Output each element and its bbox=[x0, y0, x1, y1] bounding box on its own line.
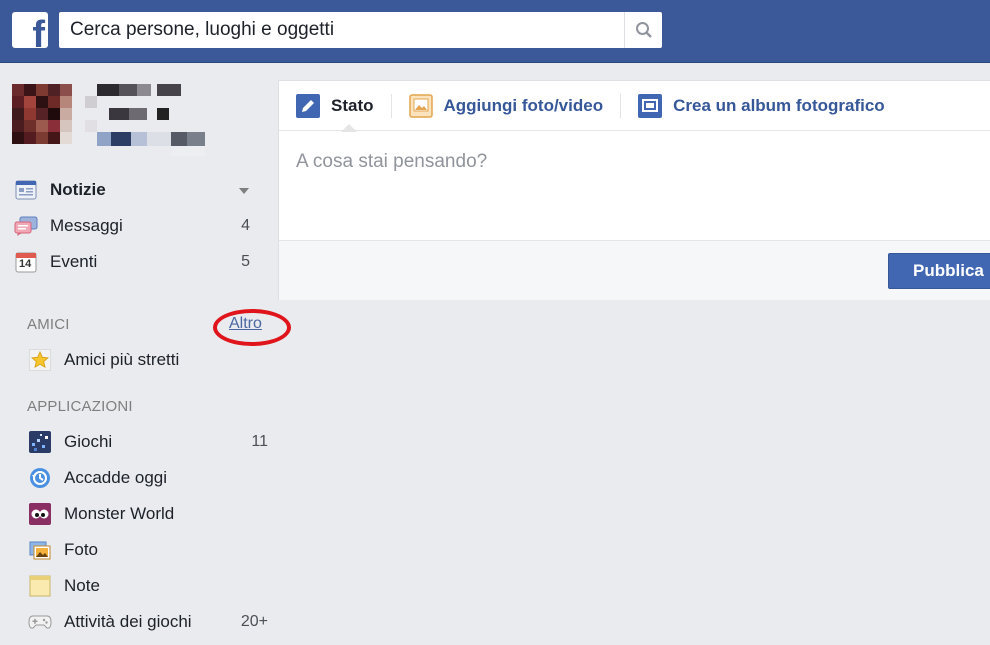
nav-label: Attività dei giochi bbox=[64, 612, 192, 631]
nav-label: Amici più stretti bbox=[64, 350, 180, 369]
photo-icon bbox=[408, 93, 433, 118]
facebook-logo-icon[interactable]: f bbox=[12, 12, 48, 48]
photos-icon bbox=[28, 538, 52, 562]
star-icon bbox=[28, 348, 52, 372]
nav-count: 4 bbox=[241, 217, 250, 234]
friends-section-title: AMICI bbox=[27, 316, 70, 333]
nav-item-notizie[interactable]: Notizie bbox=[14, 172, 262, 208]
friends-list: Amici più stretti bbox=[28, 342, 268, 378]
nav-label: Giochi bbox=[64, 432, 113, 451]
app-item-foto[interactable]: Foto bbox=[28, 532, 268, 568]
tab-stato[interactable]: Stato bbox=[296, 81, 374, 132]
pencil-icon bbox=[296, 93, 320, 118]
nav-label: Notizie bbox=[50, 180, 106, 199]
notes-icon bbox=[28, 574, 52, 598]
composer-input[interactable]: A cosa stai pensando? bbox=[296, 151, 487, 173]
nav-count: 11 bbox=[251, 433, 268, 450]
nav-label: Note bbox=[64, 576, 100, 595]
tab-add-photo[interactable]: Aggiungi foto/video bbox=[408, 81, 604, 131]
tab-label: Crea un album fotografico bbox=[673, 95, 885, 115]
app-item-giochi[interactable]: Giochi 11 bbox=[28, 424, 268, 460]
composer-footer: Pubblica bbox=[279, 240, 990, 300]
games-icon bbox=[28, 430, 52, 454]
list-item-close-friends[interactable]: Amici più stretti bbox=[28, 342, 268, 378]
nav-count: 5 bbox=[241, 253, 250, 270]
apps-list: Giochi 11 Accadde oggi Monster World Fot… bbox=[28, 424, 268, 640]
album-icon bbox=[638, 93, 663, 118]
search-icon bbox=[635, 22, 652, 38]
search-button[interactable] bbox=[624, 12, 662, 48]
nav-label: Foto bbox=[64, 540, 99, 559]
apps-section-title: APPLICAZIONI bbox=[27, 398, 133, 415]
avatar[interactable] bbox=[12, 84, 72, 144]
tab-divider bbox=[390, 93, 392, 118]
publish-button[interactable]: Pubblica bbox=[888, 253, 990, 289]
messages-icon bbox=[14, 214, 38, 238]
nav-label: Eventi bbox=[50, 252, 98, 271]
monster-world-icon bbox=[28, 502, 52, 526]
tab-label: Aggiungi foto/video bbox=[443, 95, 604, 115]
tab-create-album[interactable]: Crea un album fotografico bbox=[638, 81, 885, 131]
search-box[interactable] bbox=[59, 12, 662, 48]
news-feed-icon bbox=[14, 178, 38, 202]
nav-count: 20+ bbox=[240, 613, 268, 630]
nav-label: Monster World bbox=[64, 504, 175, 523]
app-item-monster-world[interactable]: Monster World bbox=[28, 496, 268, 532]
top-bar: f bbox=[0, 0, 990, 63]
chevron-down-icon[interactable] bbox=[238, 180, 250, 200]
tab-divider bbox=[620, 93, 622, 118]
status-composer: Stato Aggiungi foto/video Crea un album … bbox=[278, 80, 990, 300]
composer-tabs: Stato Aggiungi foto/video Crea un album … bbox=[279, 81, 990, 132]
highlight-ring bbox=[213, 309, 291, 346]
events-icon-date: 14 bbox=[19, 258, 32, 270]
gamepad-icon bbox=[28, 610, 52, 634]
nav-item-messaggi[interactable]: Messaggi 4 bbox=[14, 208, 262, 244]
tab-label: Stato bbox=[331, 95, 374, 115]
profile-name[interactable] bbox=[85, 82, 215, 158]
nav-item-eventi[interactable]: 14 Eventi 5 bbox=[14, 244, 262, 280]
events-icon: 14 bbox=[14, 250, 38, 274]
main-nav: Notizie Messaggi 4 14 Eventi 5 bbox=[14, 172, 262, 280]
nav-label: Messaggi bbox=[50, 216, 123, 235]
app-item-note[interactable]: Note bbox=[28, 568, 268, 604]
app-item-accadde-oggi[interactable]: Accadde oggi bbox=[28, 460, 268, 496]
nav-label: Accadde oggi bbox=[64, 468, 168, 487]
app-item-attivita-giochi[interactable]: Attività dei giochi 20+ bbox=[28, 604, 268, 640]
search-input[interactable] bbox=[59, 12, 624, 48]
on-this-day-icon bbox=[28, 466, 52, 490]
